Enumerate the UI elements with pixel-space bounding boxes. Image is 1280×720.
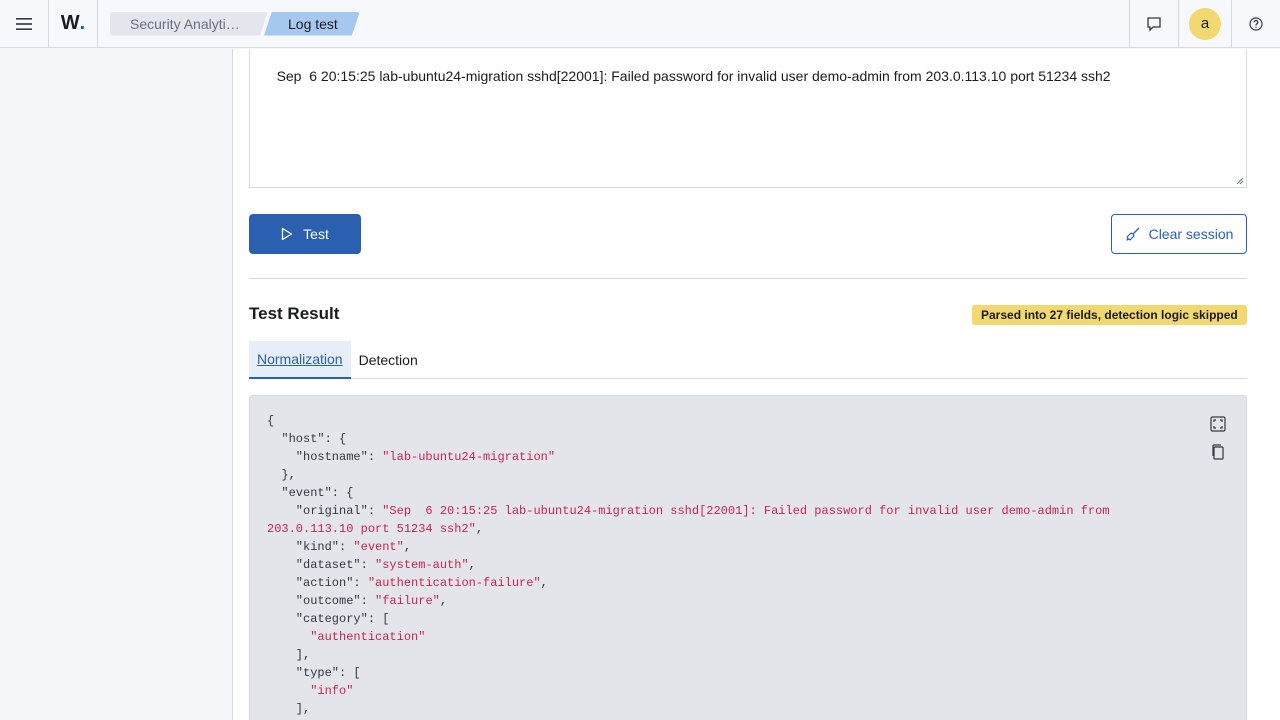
test-button[interactable]: Test	[249, 214, 361, 254]
hamburger-icon	[16, 17, 32, 30]
clear-session-button[interactable]: Clear session	[1111, 214, 1247, 254]
main-content: Sep 6 20:15:25 lab-ubuntu24-migration ss…	[232, 49, 1280, 720]
breadcrumb: Security Analyti… Log test	[110, 0, 360, 48]
json-output-block: { "host": { "hostname": "lab-ubuntu24-mi…	[249, 395, 1247, 720]
resize-handle-icon[interactable]	[1236, 177, 1244, 185]
help-button[interactable]	[1232, 0, 1280, 48]
breadcrumb-security-analytics[interactable]: Security Analyti…	[110, 12, 268, 36]
breadcrumb-log-test[interactable]: Log test	[264, 12, 360, 36]
log-input-textarea[interactable]: Sep 6 20:15:25 lab-ubuntu24-migration ss…	[249, 49, 1247, 188]
header-divider	[97, 0, 98, 48]
test-button-label: Test	[303, 226, 329, 242]
section-divider	[249, 278, 1247, 279]
json-code: { "host": { "hostname": "lab-ubuntu24-mi…	[267, 414, 1110, 716]
clear-session-label: Clear session	[1148, 226, 1234, 242]
play-icon	[282, 227, 293, 241]
chat-icon	[1147, 16, 1161, 32]
broom-icon	[1125, 227, 1140, 241]
feedback-button[interactable]	[1130, 0, 1178, 48]
fullscreen-icon[interactable]	[1210, 416, 1226, 432]
tab-normalization[interactable]: Normalization	[249, 341, 351, 379]
user-menu-button[interactable]: a	[1179, 0, 1231, 48]
app-logo[interactable]: W.	[49, 0, 97, 48]
log-input-text: Sep 6 20:15:25 lab-ubuntu24-migration ss…	[276, 68, 1111, 84]
copy-icon[interactable]	[1210, 444, 1226, 460]
left-panel	[0, 49, 232, 720]
top-header: W. Security Analyti… Log test a	[0, 0, 1280, 48]
status-badge: Parsed into 27 fields, detection logic s…	[972, 305, 1247, 325]
result-tabs: Normalization Detection	[249, 341, 1247, 379]
tab-detection[interactable]: Detection	[351, 341, 426, 379]
test-result-title: Test Result	[249, 304, 340, 323]
avatar: a	[1189, 7, 1221, 40]
help-icon	[1249, 16, 1263, 31]
menu-button[interactable]	[0, 0, 48, 48]
